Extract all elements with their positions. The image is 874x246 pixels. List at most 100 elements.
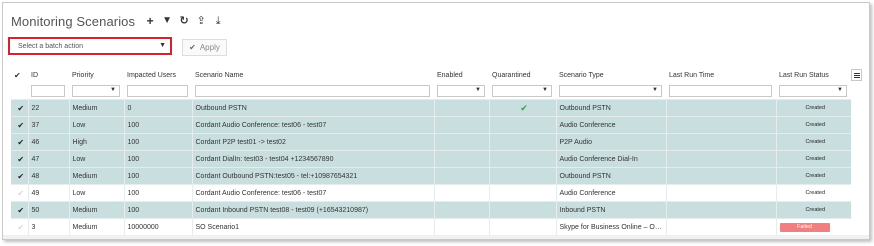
table-row[interactable]: ✔ 48 Medium 100 Cordant Outbound PSTN:test05… <box>11 167 851 185</box>
filter-impacted-users-input[interactable] <box>127 84 188 97</box>
cell-scenario-type: Audio Conference <box>555 116 666 134</box>
cell-enabled <box>433 184 489 202</box>
filter-row: ▼ ▼ ▼ ▼ ▼ <box>11 82 851 100</box>
page-title: Monitoring Scenarios <box>11 13 136 29</box>
cell-priority: Low <box>68 184 124 202</box>
status-badge: Created <box>805 173 826 179</box>
row-checkbox[interactable]: ✔ <box>11 184 28 202</box>
status-badge: Failed <box>779 222 830 232</box>
apply-button-label: Apply <box>199 43 220 52</box>
cell-enabled <box>433 133 489 151</box>
cell-scenario-name[interactable]: Cordant Audio Conference: test06 - test0… <box>191 116 434 134</box>
cell-scenario-type: P2P Audio <box>555 133 666 151</box>
horizontal-scrollbar[interactable] <box>3 235 869 239</box>
cell-id: 46 <box>27 133 69 151</box>
cell-scenario-name[interactable]: Cordant Inbound PSTN test08 - test09 (+1… <box>191 201 434 219</box>
column-header-id[interactable]: ID <box>28 69 69 82</box>
column-header-last-run-time[interactable]: Last Run Time <box>666 69 776 82</box>
column-header-last-run-status[interactable]: Last Run Status <box>776 69 851 82</box>
row-checkbox[interactable]: ✔ <box>11 167 28 185</box>
cell-last-run-status: Created <box>775 133 851 151</box>
cell-id: 47 <box>27 150 69 168</box>
cell-quarantined <box>488 167 556 185</box>
cell-scenario-type: Skype for Business Online – Out... <box>555 218 666 235</box>
cell-impacted-users: 100 <box>123 133 192 151</box>
upload-icon[interactable]: ⇪ <box>196 16 206 27</box>
filter-icon[interactable]: ▼ <box>162 16 172 26</box>
table-row[interactable]: ✔ 46 High 100 Cordant P2P test01 -> test02 P2… <box>11 133 851 151</box>
cell-impacted-users: 10000000 <box>123 218 192 235</box>
row-checkbox[interactable]: ✔ <box>11 133 28 151</box>
column-header-quarantined[interactable]: Quarantined <box>489 69 556 82</box>
table-row[interactable]: ✔ 22 Medium 0 Outbound PSTN ✔ Outbound PSTN Cre… <box>11 99 851 117</box>
row-checkbox[interactable]: ✔ <box>11 201 28 219</box>
cell-id: 50 <box>27 201 69 219</box>
row-checkbox[interactable]: ✔ <box>11 99 28 117</box>
cell-impacted-users: 0 <box>123 99 192 117</box>
column-header-priority[interactable]: Priority <box>69 69 124 82</box>
cell-priority: Medium <box>68 218 124 235</box>
cell-scenario-type: Audio Conference <box>555 184 666 202</box>
cell-enabled <box>433 116 489 134</box>
filter-priority-select[interactable]: ▼ <box>72 84 120 97</box>
cell-scenario-type: Outbound PSTN <box>555 167 666 185</box>
cell-id: 3 <box>27 218 69 235</box>
apply-button[interactable]: ✔ Apply <box>182 39 227 56</box>
column-header-scenario-name[interactable]: Scenario Name <box>192 69 434 82</box>
table-row[interactable]: ✔ 3 Medium 10000000 SO Scenario1 Skype for Bu… <box>11 218 851 235</box>
add-icon[interactable]: + <box>145 15 155 27</box>
status-badge: Created <box>805 156 826 162</box>
column-header-enabled[interactable]: Enabled <box>434 69 489 82</box>
cell-priority: Medium <box>68 167 124 185</box>
filter-enabled-select[interactable]: ▼ <box>437 84 485 97</box>
filter-quarantined-select[interactable]: ▼ <box>492 84 552 97</box>
column-header-scenario-type[interactable]: Scenario Type <box>556 69 666 82</box>
scenarios-table: ✔ ID Priority Impacted Users Scenario Na… <box>11 69 851 235</box>
filter-last-run-status-select[interactable]: ▼ <box>779 84 847 97</box>
cell-id: 22 <box>27 99 69 117</box>
table-row[interactable]: ✔ 37 Low 100 Cordant Audio Conference: test0… <box>11 116 851 134</box>
monitoring-scenarios-panel: Monitoring Scenarios + ▼ ↻ ⇪ ⤓ Select a … <box>2 2 870 240</box>
select-all-checkbox[interactable]: ✔ <box>11 69 28 82</box>
chevron-down-icon: ▼ <box>110 86 116 93</box>
cell-scenario-name[interactable]: Cordant Outbound PSTN:test05 - tel:+1098… <box>191 167 434 185</box>
batch-action-select[interactable]: Select a batch action ▼ <box>8 37 172 55</box>
check-icon: ✔ <box>189 43 196 52</box>
filter-last-run-time-input[interactable] <box>669 84 772 97</box>
cell-enabled <box>433 150 489 168</box>
cell-scenario-name[interactable]: Outbound PSTN <box>191 99 434 117</box>
download-icon[interactable]: ⤓ <box>213 16 223 27</box>
table-row[interactable]: ✔ 47 Low 100 Cordant DialIn: test03 - test04… <box>11 150 851 168</box>
cell-scenario-name[interactable]: Cordant Audio Conference: test06 - test0… <box>191 184 434 202</box>
filter-scenario-name-input[interactable] <box>195 84 430 97</box>
check-icon: ✔ <box>520 102 528 113</box>
cell-last-run-time <box>665 116 776 134</box>
cell-last-run-time <box>665 150 776 168</box>
cell-last-run-status: Created <box>775 150 851 168</box>
filter-id-input[interactable] <box>31 84 65 97</box>
cell-scenario-name[interactable]: Cordant P2P test01 -> test02 <box>191 133 434 151</box>
cell-last-run-time <box>665 167 776 185</box>
row-checkbox[interactable]: ✔ <box>11 116 28 134</box>
cell-enabled <box>433 167 489 185</box>
table-row[interactable]: ✔ 50 Medium 100 Cordant Inbound PSTN test08 … <box>11 201 851 219</box>
column-menu-button[interactable] <box>851 69 862 81</box>
column-header-impacted-users[interactable]: Impacted Users <box>124 69 192 82</box>
filter-scenario-type-select[interactable]: ▼ <box>559 84 662 97</box>
row-checkbox[interactable]: ✔ <box>11 150 28 168</box>
table-row[interactable]: ✔ 49 Low 100 Cordant Audio Conference: test0… <box>11 184 851 202</box>
cell-scenario-name[interactable]: Cordant DialIn: test03 - test04 +1234567… <box>191 150 434 168</box>
refresh-icon[interactable]: ↻ <box>179 16 189 27</box>
cell-impacted-users: 100 <box>123 167 192 185</box>
cell-id: 37 <box>27 116 69 134</box>
cell-scenario-type: Outbound PSTN <box>555 99 666 117</box>
cell-quarantined <box>488 184 556 202</box>
row-checkbox[interactable]: ✔ <box>11 218 28 235</box>
cell-last-run-status: Failed <box>775 218 851 235</box>
cell-last-run-time <box>665 133 776 151</box>
cell-impacted-users: 100 <box>123 201 192 219</box>
cell-scenario-name[interactable]: SO Scenario1 <box>191 218 434 235</box>
cell-last-run-time <box>665 218 776 235</box>
chevron-down-icon: ▼ <box>837 86 843 93</box>
cell-priority: Low <box>68 150 124 168</box>
